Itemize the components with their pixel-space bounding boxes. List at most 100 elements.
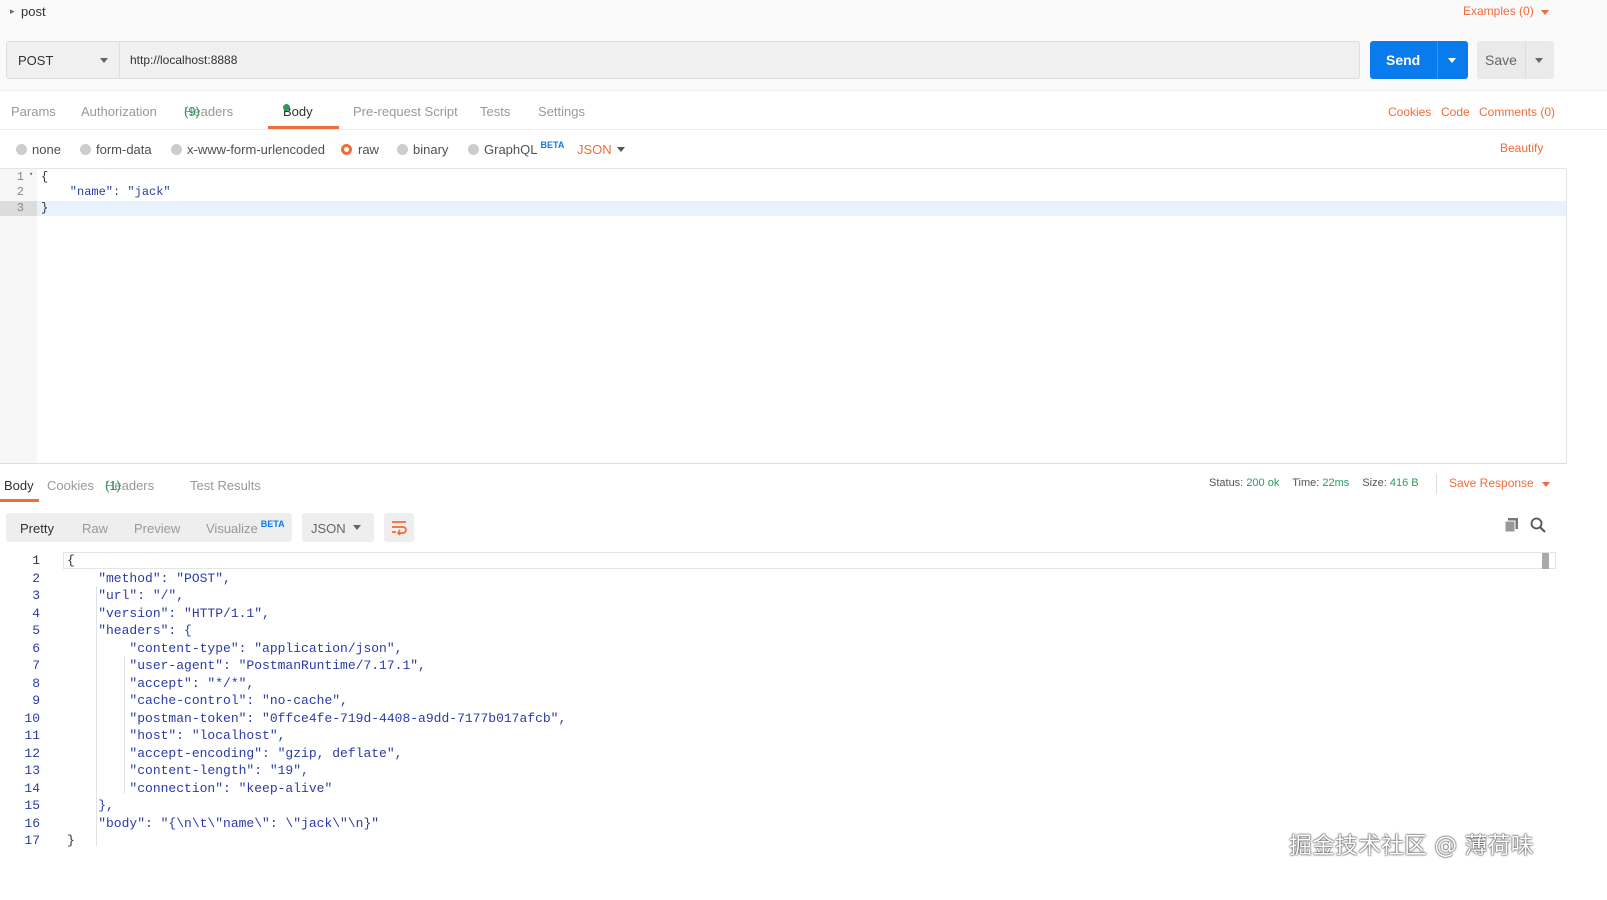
method-value: POST (18, 53, 54, 68)
divider (0, 129, 1607, 130)
status-value[interactable]: 200 ok (1246, 477, 1279, 489)
watermark: 掘金技术社区 @ 薄荷味 (1289, 833, 1534, 859)
method-select[interactable]: POST (6, 41, 120, 79)
code-line: "headers": { (67, 623, 192, 638)
tab-authorization[interactable]: Authorization (81, 104, 157, 119)
body-type-row: none form-data x-www-form-urlencoded raw… (0, 131, 1607, 167)
collapse-arrow-icon[interactable]: ▸ (10, 6, 15, 17)
search-icon[interactable] (1530, 517, 1546, 533)
url-value: http://localhost:8888 (130, 53, 238, 67)
scrollbar-thumb[interactable] (1542, 553, 1549, 569)
save-options-caret-icon[interactable] (1535, 58, 1543, 63)
radio-raw[interactable] (341, 144, 352, 155)
code-line: "content-length": "19", (67, 763, 309, 778)
tab-pre-request-script[interactable]: Pre-request Script (353, 104, 458, 119)
view-preview[interactable]: Preview (134, 521, 180, 536)
response-tab-test-results[interactable]: Test Results (190, 478, 261, 493)
visualize-beta-badge: BETA (260, 519, 285, 529)
copy-icon[interactable] (1504, 517, 1520, 533)
send-divider (1437, 41, 1438, 79)
radio-graphql-label: GraphQL BETA (484, 140, 565, 157)
line-number: 10 (24, 710, 40, 726)
line-number: 16 (24, 815, 40, 831)
time-value[interactable]: 22ms (1322, 477, 1349, 489)
line-number: 3 (32, 588, 40, 603)
code-line: "content-type": "application/json", (67, 640, 403, 656)
request-body-editor[interactable]: 1 ▾ 2 3 { "name": "jack" } (0, 168, 1567, 464)
radio-urlencoded[interactable] (171, 144, 182, 155)
response-tab-body[interactable]: Body (4, 478, 34, 493)
line-number: 4 (32, 605, 40, 621)
radio-none-label: none (32, 142, 61, 157)
size-value[interactable]: 416 B (1390, 477, 1419, 489)
send-options-caret-icon[interactable] (1448, 58, 1456, 63)
send-button[interactable]: Send (1370, 41, 1468, 79)
response-format-select[interactable]: JSON (302, 513, 374, 542)
save-button[interactable]: Save (1477, 41, 1554, 79)
graphql-label: GraphQL (484, 142, 538, 157)
save-response-button[interactable]: Save Response (1449, 476, 1534, 490)
save-response-caret-icon[interactable] (1542, 482, 1550, 487)
wrap-lines-button[interactable] (384, 513, 414, 542)
code-line: "body": "{\n\t\"name\": \"jack\"\n}" (67, 815, 380, 831)
radio-raw-label: raw (358, 142, 379, 157)
radio-none[interactable] (16, 144, 27, 155)
code-line: } (67, 833, 75, 848)
tab-params[interactable]: Params (11, 104, 56, 119)
response-format-value: JSON (311, 521, 346, 536)
response-tab-cookies[interactable]: Cookies (47, 478, 94, 493)
request-title-bar: ▸ post Examples (0) (0, 0, 1607, 28)
code-line: "url": "/", (67, 588, 185, 603)
code-line: } (41, 201, 49, 215)
format-caret-icon[interactable] (617, 147, 625, 152)
view-raw[interactable]: Raw (82, 521, 108, 536)
response-headers-count: (1) (105, 478, 121, 493)
size-label: Size: (1362, 477, 1387, 489)
view-visualize[interactable]: Visualize BETA (206, 519, 285, 536)
code-line: "name": "jack" (41, 185, 171, 199)
code-link[interactable]: Code (1441, 105, 1470, 119)
tab-tests[interactable]: Tests (480, 104, 510, 119)
line-number: 1 (32, 553, 40, 568)
line-number: 3 (16, 201, 24, 215)
cookies-link[interactable]: Cookies (1388, 105, 1431, 119)
tab-settings[interactable]: Settings (538, 104, 585, 119)
request-name[interactable]: post (21, 4, 46, 19)
radio-urlencoded-label: x-www-form-urlencoded (187, 142, 325, 157)
body-format-select[interactable]: JSON (577, 142, 612, 157)
line-number: 14 (24, 780, 40, 796)
request-url-row: POST http://localhost:8888 Send Save (0, 28, 1607, 91)
code-line: { (67, 553, 75, 568)
line-number: 12 (24, 745, 40, 761)
code-line: "cache-control": "no-cache", (67, 693, 348, 708)
line-number: 13 (24, 763, 40, 778)
radio-form-data[interactable] (80, 144, 91, 155)
line-number: 9 (32, 693, 40, 708)
line-number: 11 (24, 728, 40, 743)
code-line: "connection": "keep-alive" (67, 780, 333, 796)
code-line: "user-agent": "PostmanRuntime/7.17.1", (67, 658, 426, 673)
active-line-highlight (0, 201, 1566, 216)
view-mode-group: Pretty Raw Preview Visualize BETA (6, 513, 292, 542)
fold-arrow-icon[interactable]: ▾ (29, 170, 33, 179)
line-number: 8 (32, 675, 40, 691)
code-line: "postman-token": "0ffce4fe-719d-4408-a9d… (67, 710, 567, 726)
time-label: Time: (1292, 477, 1320, 489)
radio-binary[interactable] (397, 144, 408, 155)
line-number: 15 (24, 798, 40, 813)
examples-caret-icon[interactable] (1541, 10, 1549, 15)
comments-link[interactable]: Comments (0) (1479, 105, 1555, 119)
code-line: { (41, 170, 49, 184)
view-pretty[interactable]: Pretty (20, 521, 54, 536)
url-input[interactable]: http://localhost:8888 (119, 41, 1360, 79)
radio-graphql[interactable] (468, 144, 479, 155)
line-number: 17 (24, 833, 40, 848)
line-number: 2 (32, 570, 40, 586)
graphql-beta-badge: BETA (540, 140, 565, 150)
beautify-link[interactable]: Beautify (1500, 141, 1543, 155)
body-indicator-dot-icon (283, 104, 290, 111)
save-divider (1525, 41, 1526, 79)
code-line: "host": "localhost", (67, 728, 286, 743)
examples-link[interactable]: Examples (0) (1463, 4, 1534, 18)
code-line: "accept-encoding": "gzip, deflate", (67, 745, 403, 761)
